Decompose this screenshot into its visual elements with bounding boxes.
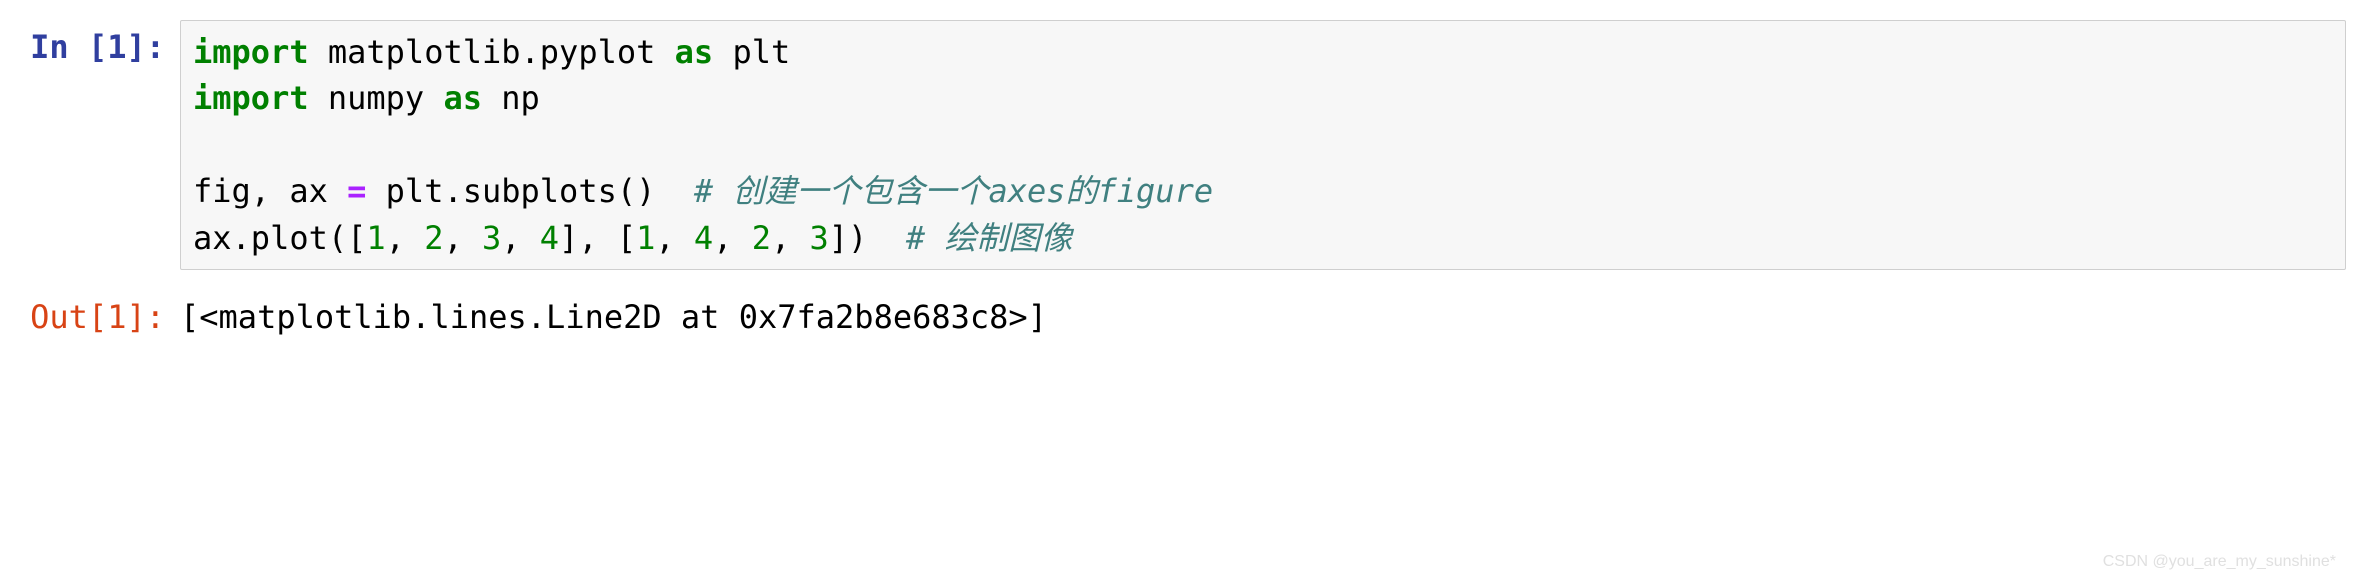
comment: # 创建一个包含一个axes的figure: [694, 172, 1213, 210]
number-literal: 3: [482, 219, 501, 257]
code-editor[interactable]: import matplotlib.pyplot as plt import n…: [180, 20, 2346, 270]
code-text: ], [: [559, 219, 636, 257]
comma: ,: [713, 219, 752, 257]
module-name: matplotlib.pyplot: [309, 33, 675, 71]
number-literal: 1: [366, 219, 385, 257]
comma: ,: [443, 219, 482, 257]
keyword-as: as: [443, 79, 482, 117]
code-text: fig, ax: [193, 172, 347, 210]
keyword-import: import: [193, 33, 309, 71]
module-name: numpy: [309, 79, 444, 117]
output-prompt: Out[1]:: [10, 290, 180, 336]
alias: np: [482, 79, 540, 117]
number-literal: 3: [810, 219, 829, 257]
code-text: ]): [829, 219, 906, 257]
keyword-as: as: [675, 33, 714, 71]
output-text: [<matplotlib.lines.Line2D at 0x7fa2b8e68…: [180, 290, 2346, 344]
input-prompt: In [1]:: [10, 20, 180, 66]
number-literal: 1: [636, 219, 655, 257]
watermark: CSDN @you_are_my_sunshine*: [2103, 553, 2336, 571]
keyword-import: import: [193, 79, 309, 117]
number-literal: 2: [424, 219, 443, 257]
input-cell: In [1]: import matplotlib.pyplot as plt …: [10, 20, 2346, 270]
code-text: ax.plot([: [193, 219, 366, 257]
operator-equals: =: [347, 172, 366, 210]
comment: # 绘制图像: [906, 219, 1073, 257]
code-text: plt.subplots(): [366, 172, 694, 210]
comma: ,: [655, 219, 694, 257]
number-literal: 4: [540, 219, 559, 257]
comma: ,: [501, 219, 540, 257]
alias: plt: [713, 33, 790, 71]
comma: ,: [771, 219, 810, 257]
number-literal: 2: [752, 219, 771, 257]
comma: ,: [386, 219, 425, 257]
output-cell: Out[1]: [<matplotlib.lines.Line2D at 0x7…: [10, 290, 2346, 344]
number-literal: 4: [694, 219, 713, 257]
